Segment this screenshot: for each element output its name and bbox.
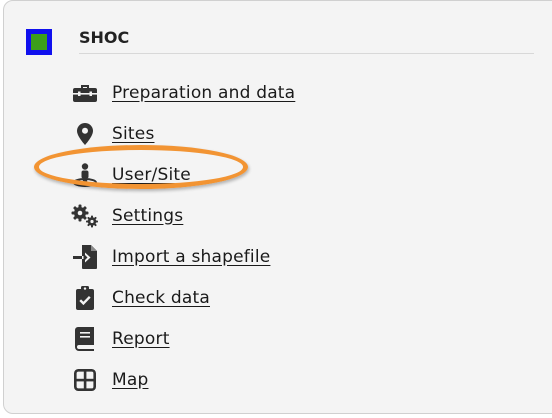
menu-item-preparation-and-data[interactable]: Preparation and data: [70, 72, 295, 113]
menu-item-sites[interactable]: Sites: [70, 113, 295, 154]
menu-item-import-a-shapefile[interactable]: Import a shapefile: [70, 236, 295, 277]
menu-item-report[interactable]: Report: [70, 318, 295, 359]
app-title: SHOC: [79, 28, 130, 47]
menu-label-map[interactable]: Map: [112, 370, 148, 390]
map-marker-icon: [70, 122, 100, 146]
menu-label-preparation-and-data[interactable]: Preparation and data: [112, 83, 295, 103]
app-logo: [26, 29, 52, 55]
cogs-icon: [70, 204, 100, 228]
main-menu: Preparation and data Sites User/Site Set…: [70, 72, 295, 400]
menu-label-report[interactable]: Report: [112, 329, 170, 349]
menu-label-user-site[interactable]: User/Site: [112, 165, 191, 185]
menu-label-settings[interactable]: Settings: [112, 206, 183, 226]
menu-label-sites[interactable]: Sites: [112, 124, 155, 144]
menu-item-settings[interactable]: Settings: [70, 195, 295, 236]
briefcase-icon: [70, 81, 100, 105]
grid-icon: [70, 368, 100, 392]
book-icon: [70, 326, 100, 351]
menu-item-check-data[interactable]: Check data: [70, 277, 295, 318]
menu-item-map[interactable]: Map: [70, 359, 295, 400]
header-divider: [79, 53, 534, 54]
file-import-icon: [70, 244, 100, 269]
clipboard-check-icon: [70, 285, 100, 310]
app-logo-inner: [31, 34, 47, 50]
menu-label-check-data[interactable]: Check data: [112, 288, 210, 308]
menu-label-import-a-shapefile[interactable]: Import a shapefile: [112, 247, 270, 267]
street-view-icon: [70, 162, 100, 187]
menu-item-user-site[interactable]: User/Site: [70, 154, 295, 195]
